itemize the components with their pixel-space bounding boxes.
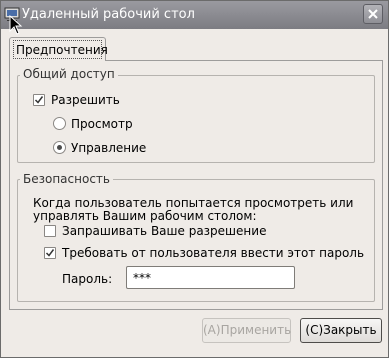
control-radio[interactable] — [53, 141, 66, 154]
radio-selected-dot — [57, 145, 62, 150]
window-title: Удаленный рабочий стол — [22, 7, 195, 22]
password-label: Пароль: — [62, 272, 113, 286]
ask-permission-checkbox[interactable] — [44, 225, 56, 237]
password-value: *** — [133, 271, 151, 285]
close-window-button[interactable] — [363, 4, 383, 24]
view-only-label[interactable]: Просмотр — [71, 117, 133, 131]
apply-button-label: (A)Применить — [203, 323, 292, 337]
view-only-radio[interactable] — [53, 117, 66, 130]
close-button[interactable]: (C)Закрыть — [300, 318, 382, 343]
mouse-pointer-icon — [9, 15, 23, 35]
control-label[interactable]: Управление — [71, 141, 146, 155]
security-description-line1: Когда пользователь попытается просмотрет… — [33, 196, 354, 210]
tab-preferences-label: Предпочтения — [16, 43, 108, 57]
checkmark-icon — [34, 96, 44, 104]
remote-desktop-window: Удаленный рабочий стол Предпочтения Общи… — [0, 0, 389, 358]
tab-preferences[interactable]: Предпочтения — [9, 37, 108, 61]
allow-checkbox[interactable] — [33, 94, 45, 106]
close-icon — [368, 9, 378, 19]
require-password-checkbox[interactable] — [44, 247, 56, 259]
allow-label[interactable]: Разрешить — [51, 93, 120, 107]
password-field[interactable]: *** — [126, 266, 295, 289]
security-frame-label: Безопасность — [20, 172, 113, 186]
checkmark-icon — [45, 249, 55, 257]
sharing-frame-label: Общий доступ — [20, 67, 118, 81]
security-description-line2: управлять Вашим рабочим столом: — [33, 209, 257, 223]
require-password-label[interactable]: Требовать от пользователя ввести этот па… — [62, 246, 364, 260]
apply-button[interactable]: (A)Применить — [202, 318, 291, 343]
title-bar[interactable]: Удаленный рабочий стол — [1, 1, 388, 29]
ask-permission-label[interactable]: Запрашивать Ваше разрешение — [62, 224, 266, 238]
close-button-label: (C)Закрыть — [305, 323, 377, 337]
